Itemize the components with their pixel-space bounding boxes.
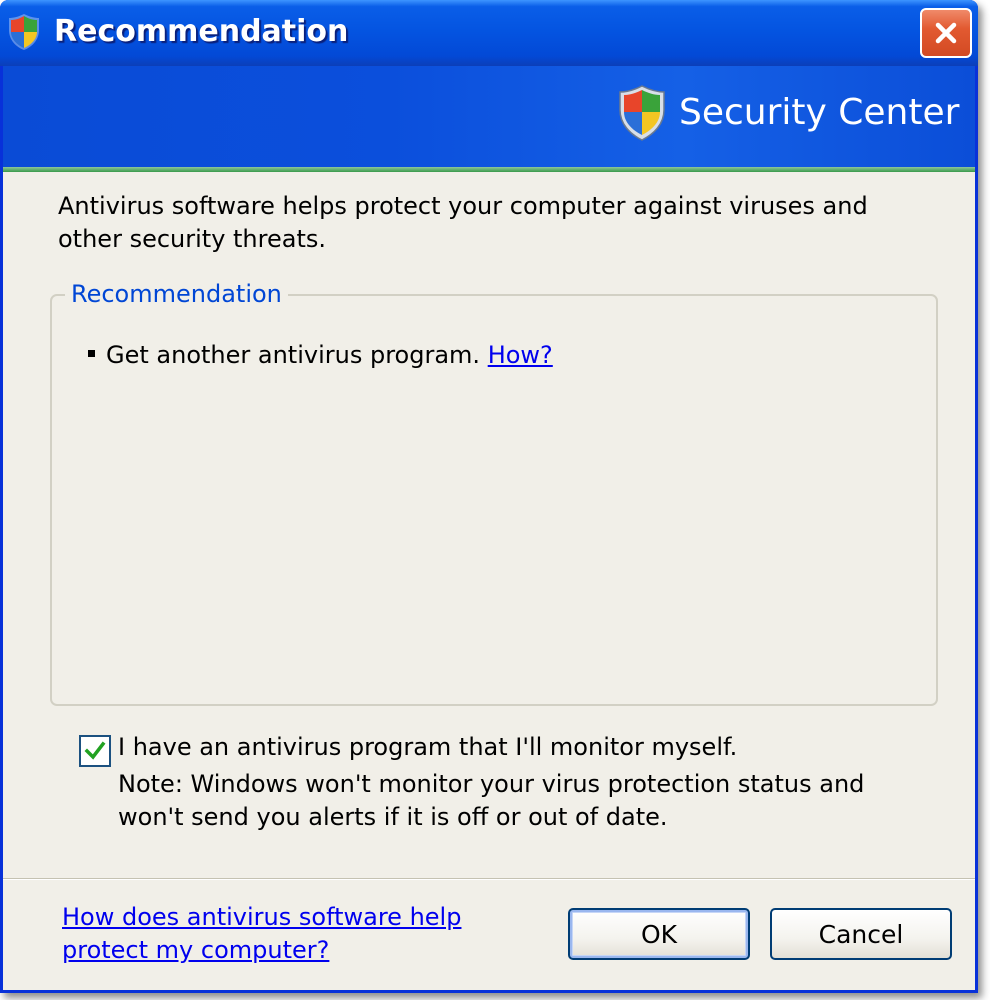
recommendation-text: Get another antivirus program.	[106, 341, 481, 369]
how-link[interactable]: How?	[488, 341, 553, 369]
ok-button[interactable]: OK	[568, 908, 750, 960]
window-title: Recommendation	[54, 14, 349, 49]
title-bar[interactable]: Recommendation	[0, 0, 978, 66]
security-center-banner: Security Center	[3, 66, 975, 167]
dialog-window: Recommendation Security Center Antivirus…	[0, 0, 978, 993]
dialog-client-area: Security Center Antivirus software helps…	[3, 66, 975, 990]
banner-divider	[3, 167, 975, 172]
security-shield-icon	[617, 84, 667, 142]
footer-divider	[3, 878, 975, 880]
intro-text: Antivirus software helps protect your co…	[58, 192, 868, 253]
cancel-button[interactable]: Cancel	[770, 908, 952, 960]
monitor-note: Note: Windows won't monitor your virus p…	[118, 770, 865, 831]
recommendation-legend: Recommendation	[65, 280, 288, 308]
list-item: Get another antivirus program. How?	[88, 341, 553, 369]
monitor-myself-checkbox[interactable]	[79, 735, 111, 767]
checkmark-icon	[84, 741, 106, 760]
shield-icon	[6, 12, 42, 52]
bullet-icon	[88, 349, 95, 357]
close-icon	[935, 22, 957, 44]
banner-title: Security Center	[679, 92, 960, 133]
monitor-myself-label[interactable]: I have an antivirus program that I'll mo…	[118, 733, 737, 761]
antivirus-help-link[interactable]: How does antivirus software help protect…	[62, 901, 502, 967]
close-button[interactable]	[920, 8, 972, 58]
